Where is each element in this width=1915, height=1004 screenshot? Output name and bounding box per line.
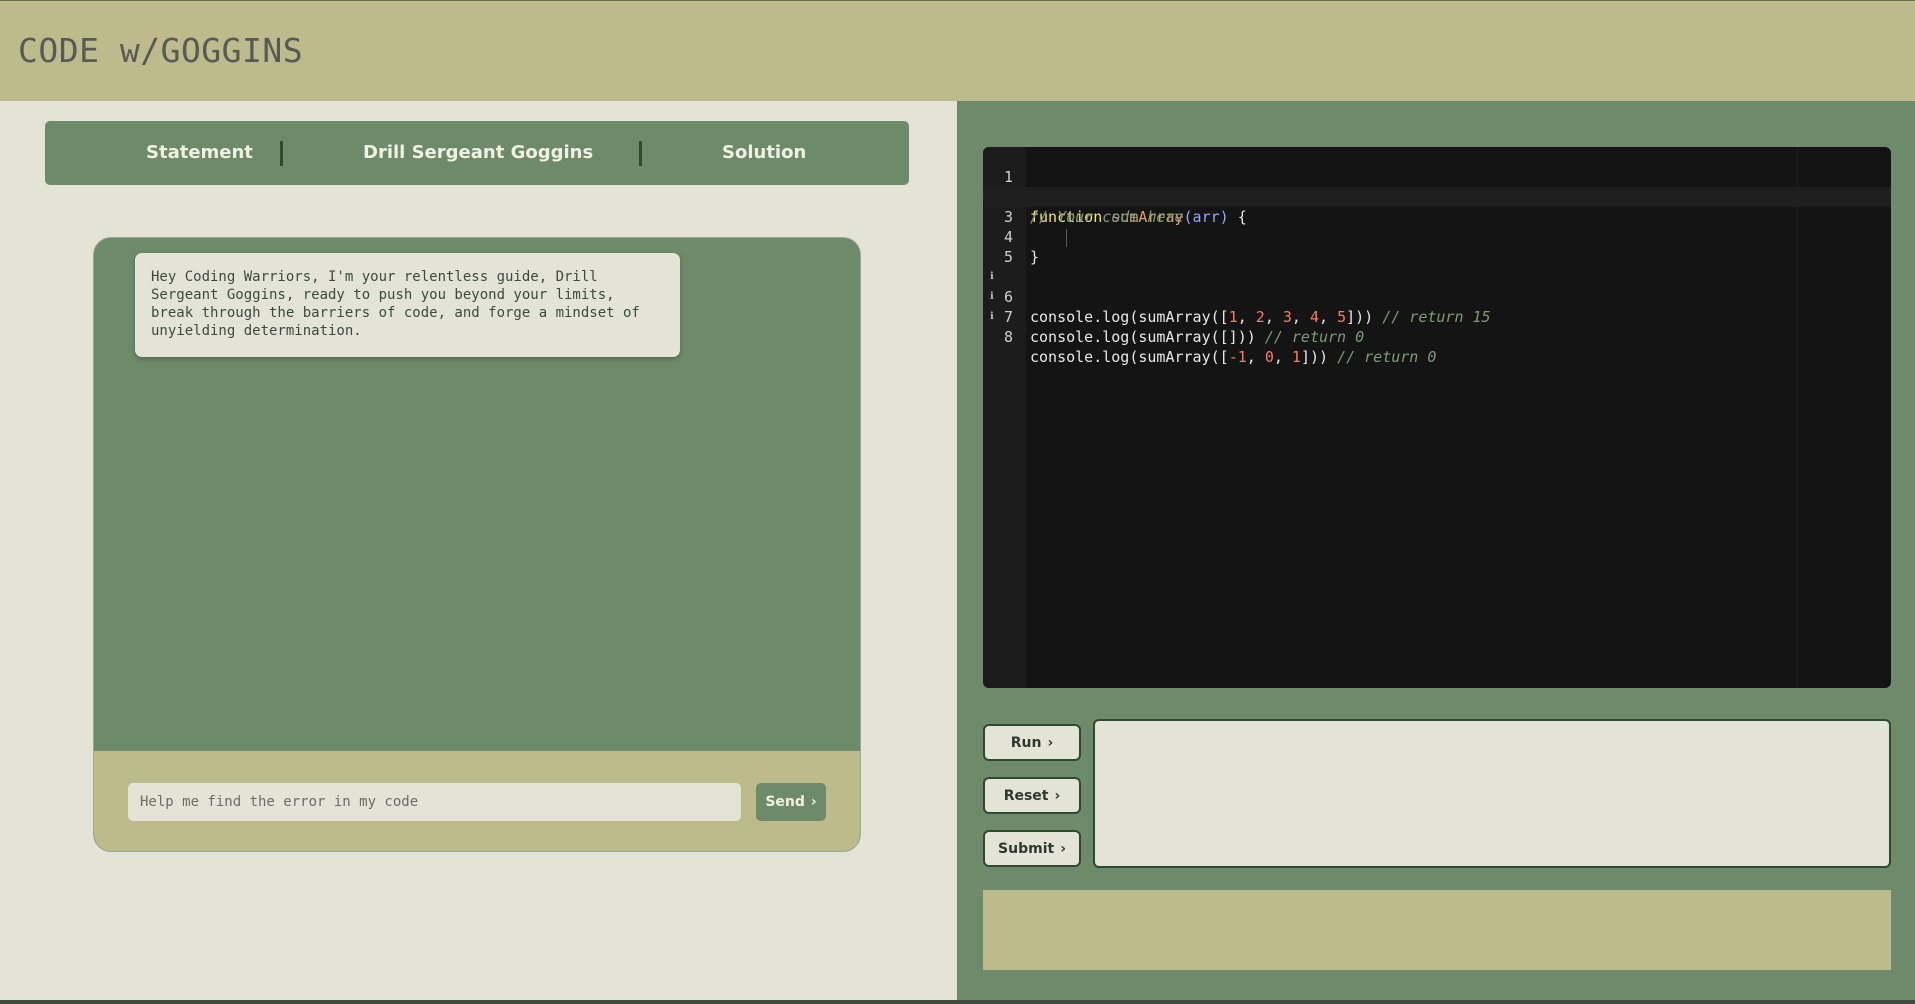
code-line: 5 bbox=[983, 227, 1891, 266]
code-line: ℹ 8 console.log(sumArray([-1, 0, 1])) //… bbox=[983, 287, 1891, 366]
code-text: console.log(sumArray([1, 2, 3, 4, 5])) /… bbox=[1030, 308, 1491, 326]
results-panel bbox=[983, 890, 1891, 970]
send-button[interactable]: Send › bbox=[756, 783, 826, 821]
line-number: 8 bbox=[1003, 328, 1013, 346]
bottom-border bbox=[0, 1000, 1915, 1004]
console-output[interactable] bbox=[1093, 719, 1891, 868]
tab-divider bbox=[280, 141, 283, 166]
chevron-right-icon: › bbox=[1054, 787, 1061, 804]
tab-statement[interactable]: Statement bbox=[146, 121, 253, 185]
brand-title: CODE w/GOGGINS bbox=[18, 31, 304, 70]
run-button-label: Run bbox=[1010, 734, 1042, 751]
tab-drill-sergeant-goggins[interactable]: Drill Sergeant Goggins bbox=[363, 121, 593, 185]
reset-button-label: Reset bbox=[1003, 787, 1049, 804]
chevron-right-icon: › bbox=[1047, 734, 1054, 751]
chevron-right-icon: › bbox=[810, 794, 817, 810]
tab-solution[interactable]: Solution bbox=[722, 121, 806, 185]
chevron-right-icon: › bbox=[1060, 840, 1066, 857]
reset-button[interactable]: Reset › bbox=[983, 777, 1081, 814]
left-panel: Statement Drill Sergeant Goggins Solutio… bbox=[0, 101, 957, 1004]
chat-panel: Hey Coding Warriors, I'm your relentless… bbox=[93, 237, 861, 852]
right-panel: 1 ⌄ function sumArray(arr) { 2 // Your c… bbox=[957, 101, 1915, 1004]
submit-button-label: Submit bbox=[998, 840, 1055, 857]
code-line: ℹ 7 console.log(sumArray([])) // return … bbox=[983, 267, 1891, 346]
chat-input[interactable] bbox=[128, 783, 741, 821]
code-editor[interactable]: 1 ⌄ function sumArray(arr) { 2 // Your c… bbox=[983, 147, 1891, 688]
info-icon[interactable]: ℹ bbox=[990, 307, 994, 327]
code-line-active: 3 bbox=[983, 187, 1891, 247]
code-text: console.log(sumArray([])) // return 0 bbox=[1030, 328, 1365, 346]
code-line: ℹ 6 console.log(sumArray([1, 2, 3, 4, 5]… bbox=[983, 247, 1891, 326]
run-button[interactable]: Run › bbox=[983, 724, 1081, 761]
chat-message-bubble: Hey Coding Warriors, I'm your relentless… bbox=[135, 253, 680, 357]
tab-bar: Statement Drill Sergeant Goggins Solutio… bbox=[45, 121, 909, 185]
code-line: 4 } bbox=[983, 207, 1891, 266]
send-button-label: Send bbox=[765, 794, 805, 810]
chat-footer: Send › bbox=[94, 751, 860, 851]
tab-divider bbox=[639, 141, 642, 166]
code-line: 1 ⌄ function sumArray(arr) { bbox=[983, 147, 1891, 226]
app-header: CODE w/GOGGINS bbox=[0, 0, 1915, 101]
code-text: console.log(sumArray([-1, 0, 1])) // ret… bbox=[1030, 348, 1437, 366]
submit-button[interactable]: Submit › bbox=[983, 830, 1081, 867]
code-line: 2 // Your code here bbox=[983, 167, 1891, 226]
